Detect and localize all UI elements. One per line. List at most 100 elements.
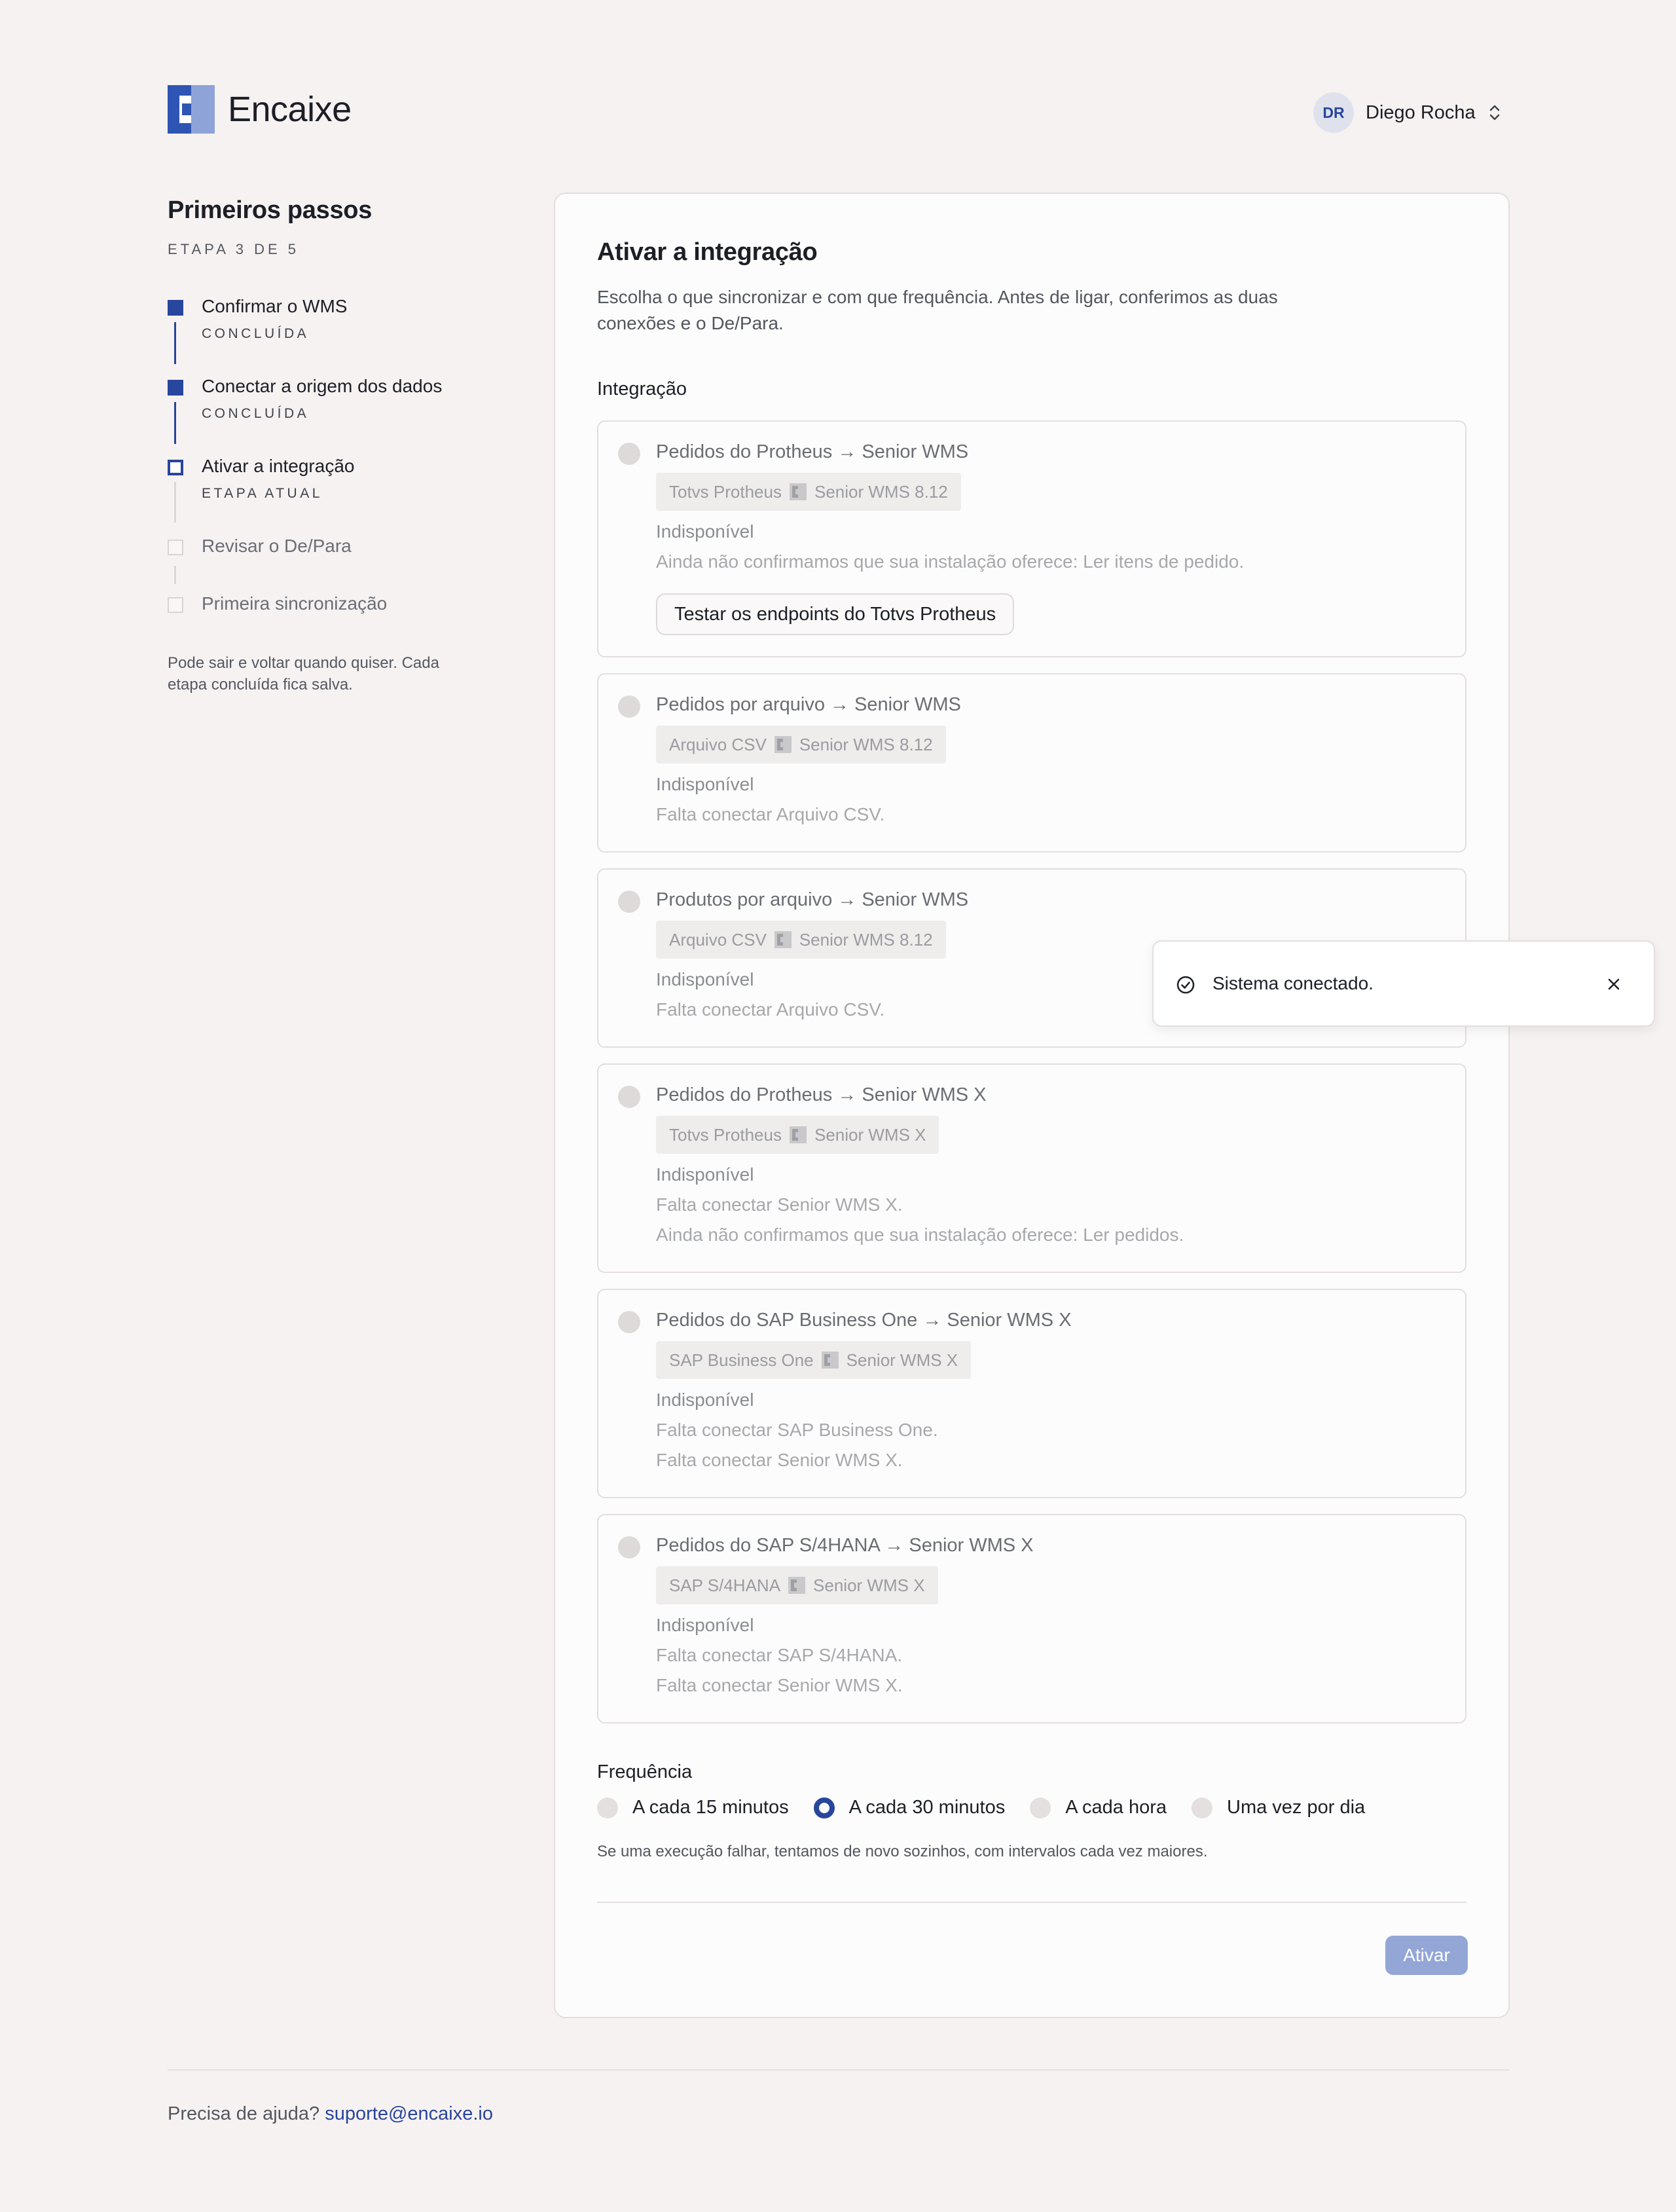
integration-radio	[618, 891, 640, 913]
page-title: Ativar a integração	[597, 238, 818, 266]
app-logo[interactable]: Encaixe	[168, 85, 352, 134]
frequency-option-15min[interactable]: A cada 15 minutos	[597, 1797, 789, 1818]
target-system: Senior WMS X	[813, 1575, 925, 1595]
integration-status: Indisponível	[656, 1615, 754, 1635]
integration-radio	[618, 695, 640, 718]
radio-unselected-icon	[1030, 1797, 1051, 1818]
frequency-option-label: A cada hora	[1065, 1797, 1167, 1818]
frequency-option-label: A cada 15 minutos	[632, 1797, 789, 1818]
integration-systems-chip: SAP Business One Senior WMS X	[656, 1341, 972, 1379]
user-name: Diego Rocha	[1366, 101, 1476, 123]
integration-option: Pedidos do SAP S/4HANA → Senior WMS X SA…	[597, 1514, 1466, 1724]
integration-option: Pedidos do SAP Business One → Senior WMS…	[597, 1289, 1466, 1498]
integration-title: Pedidos do Protheus → Senior WMS X	[656, 1084, 987, 1105]
toast-close-button[interactable]	[1601, 972, 1626, 997]
step-connector	[174, 402, 176, 444]
integration-status: Indisponível	[656, 774, 754, 794]
integration-reason: Falta conectar Senior WMS X.	[656, 1450, 903, 1470]
integration-reason: Falta conectar SAP S/4HANA.	[656, 1645, 903, 1665]
sidebar-note: Pode sair e voltar quando quiser. Cada e…	[168, 654, 439, 693]
integration-radio	[618, 1086, 640, 1108]
frequency-option-label: Uma vez por dia	[1227, 1797, 1366, 1818]
integration-title: Produtos por arquivo → Senior WMS	[656, 889, 969, 910]
step-status: CONCLUÍDA	[202, 406, 310, 421]
source-system: Totvs Protheus	[669, 1124, 782, 1145]
integration-status: Indisponível	[656, 1390, 754, 1410]
integration-status: Indisponível	[656, 521, 754, 542]
radio-unselected-icon	[597, 1797, 618, 1818]
step-indicator: ETAPA 3 DE 5	[168, 241, 300, 257]
integration-link-icon	[774, 931, 792, 948]
integration-option: Pedidos por arquivo → Senior WMS Arquivo…	[597, 673, 1466, 853]
avatar: DR	[1313, 92, 1354, 133]
radio-unselected-icon	[1192, 1797, 1213, 1818]
target-system: Senior WMS 8.12	[799, 734, 933, 754]
step-label: Conectar a origem dos dados	[202, 376, 443, 396]
logo-mark-icon	[168, 85, 215, 134]
integration-section-label: Integração	[597, 378, 687, 399]
integration-status: Indisponível	[656, 969, 754, 989]
integration-reason: Falta conectar SAP Business One.	[656, 1420, 938, 1440]
step-pending-icon	[168, 540, 183, 555]
target-system: Senior WMS X	[814, 1124, 926, 1145]
step-connector	[174, 482, 176, 523]
support-email-link[interactable]: suporte@encaixe.io	[325, 2103, 493, 2124]
step-connector	[174, 322, 176, 364]
integration-title: Pedidos do Protheus → Senior WMS	[656, 441, 969, 462]
target-system: Senior WMS X	[846, 1350, 958, 1370]
integration-reason: Ainda não confirmamos que sua instalação…	[656, 551, 1245, 572]
integration-title: Pedidos do SAP S/4HANA → Senior WMS X	[656, 1535, 1034, 1556]
integration-reason: Falta conectar Senior WMS X.	[656, 1194, 903, 1215]
integration-systems-chip: Totvs Protheus Senior WMS 8.12	[656, 473, 961, 511]
activate-button[interactable]: Ativar	[1385, 1936, 1468, 1975]
sidebar-title: Primeiros passos	[168, 196, 373, 224]
step-label: Confirmar o WMS	[202, 296, 348, 316]
integration-link-icon	[789, 483, 807, 500]
integration-systems-chip: SAP S/4HANA Senior WMS X	[656, 1566, 938, 1604]
integration-radio	[618, 1536, 640, 1558]
step-pending-icon	[168, 597, 183, 613]
frequency-radio-group: A cada 15 minutos A cada 30 minutos A ca…	[597, 1797, 1390, 1818]
source-system: Arquivo CSV	[669, 734, 767, 754]
source-system: Totvs Protheus	[669, 481, 782, 502]
integration-option: Pedidos do Protheus → Senior WMS X Totvs…	[597, 1063, 1466, 1273]
footer-help-text: Precisa de ajuda?	[168, 2103, 320, 2124]
frequency-option-30min[interactable]: A cada 30 minutos	[813, 1797, 1006, 1818]
frequency-option-hourly[interactable]: A cada hora	[1030, 1797, 1167, 1818]
footer-divider	[168, 2069, 1510, 2071]
frequency-note: Se uma execução falhar, tentamos de novo…	[597, 1843, 1208, 1860]
radio-selected-icon	[813, 1797, 835, 1818]
page-description: Escolha o que sincronizar e com que freq…	[597, 287, 1278, 333]
integration-radio	[618, 443, 640, 465]
divider	[597, 1902, 1466, 1903]
integration-status: Indisponível	[656, 1164, 754, 1185]
user-menu[interactable]: DR Diego Rocha	[1313, 90, 1502, 135]
frequency-option-label: A cada 30 minutos	[848, 1797, 1006, 1818]
step-label: Ativar a integração	[202, 456, 355, 476]
integration-title: Pedidos do SAP Business One → Senior WMS…	[656, 1310, 1072, 1331]
integration-systems-chip: Arquivo CSV Senior WMS 8.12	[656, 921, 946, 959]
integration-link-icon	[788, 1577, 806, 1594]
integration-title: Pedidos por arquivo → Senior WMS	[656, 694, 961, 715]
integration-link-icon	[821, 1352, 839, 1369]
integration-reason: Falta conectar Senior WMS X.	[656, 1675, 903, 1695]
toast-message: Sistema conectado.	[1212, 973, 1374, 993]
integration-link-icon	[789, 1126, 807, 1143]
test-endpoints-button[interactable]: Testar os endpoints do Totvs Protheus	[656, 593, 1015, 635]
integration-systems-chip: Arquivo CSV Senior WMS 8.12	[656, 726, 946, 764]
step-label: Primeira sincronização	[202, 593, 388, 614]
step-status: ETAPA ATUAL	[202, 486, 323, 501]
step-connector	[174, 566, 176, 584]
integration-systems-chip: Totvs Protheus Senior WMS X	[656, 1116, 939, 1154]
target-system: Senior WMS 8.12	[814, 481, 948, 502]
source-system: Arquivo CSV	[669, 929, 767, 949]
step-label: Revisar o De/Para	[202, 536, 352, 556]
integration-reason: Falta conectar Arquivo CSV.	[656, 804, 885, 824]
source-system: SAP Business One	[669, 1350, 814, 1370]
frequency-option-daily[interactable]: Uma vez por dia	[1192, 1797, 1365, 1818]
footer: Precisa de ajuda? suporte@encaixe.io	[168, 2103, 493, 2125]
chevron-up-down-icon	[1489, 105, 1499, 120]
frequency-section-label: Frequência	[597, 1761, 693, 1782]
integration-reason: Falta conectar Arquivo CSV.	[656, 999, 885, 1020]
check-circle-icon	[1176, 976, 1195, 994]
